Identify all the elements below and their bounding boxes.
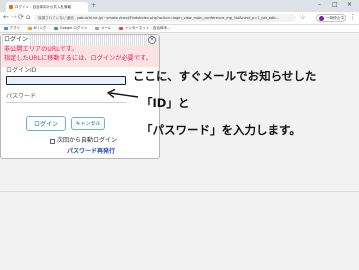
password-reissue-link[interactable]: パスワード再発行: [67, 148, 115, 156]
avatar: [319, 15, 324, 21]
login-id-input[interactable]: [6, 76, 126, 85]
bookmark-item[interactable]: アプリ: [4, 26, 20, 31]
apps-icon: [4, 26, 8, 31]
browser-menu-icon[interactable]: ⋮: [349, 13, 356, 22]
home-button[interactable]: ⌂: [26, 13, 30, 22]
address-bar[interactable]: 保護されていない通信 yabuichi.ne.jp/~ymatsu/cmd/Fi…: [34, 14, 296, 22]
error-message-line1: 非公開エリアのURLです。: [4, 46, 78, 53]
minimize-button[interactable]: –: [318, 1, 321, 9]
bookmarks-bar: アプリ Bリンク Google ログイン メール インターネット - 自治体申.…: [0, 25, 359, 33]
browser-tab[interactable]: ログイン - 自治体向け公共入札情報: [6, 2, 88, 12]
auto-login-checkbox[interactable]: [50, 138, 55, 144]
bookmark-item[interactable]: Bリンク: [28, 26, 46, 31]
password-label: パスワード: [6, 93, 37, 100]
auto-login-option[interactable]: 次回から自動ログイン: [50, 137, 117, 145]
auto-login-label: 次回から自動ログイン: [57, 137, 118, 144]
bookmark-icon: [95, 26, 99, 31]
favicon-icon: [9, 5, 13, 9]
arrow-left-icon: [107, 89, 139, 99]
cancel-button[interactable]: キャンセル: [71, 117, 105, 130]
tab-title: ログイン - 自治体向け公共入札情報: [15, 4, 71, 9]
close-window-button[interactable]: ×: [347, 1, 352, 9]
maximize-button[interactable]: □: [332, 1, 338, 9]
bookmark-item[interactable]: Google ログイン: [54, 26, 87, 31]
error-message-line2: 指定したURLに移動するには、ログインが必要です。: [4, 55, 152, 62]
bookmark-item[interactable]: メール: [95, 26, 111, 31]
reload-button[interactable]: ⟳: [18, 13, 24, 22]
dialog-close-icon[interactable]: ×: [148, 36, 156, 44]
login-id-label: ログインID: [6, 67, 37, 74]
bookmark-icon: [119, 26, 123, 31]
pause-label: 一時停止中: [326, 15, 344, 20]
annotation-line1: ここに、すぐメールでお知らせした: [133, 69, 317, 83]
annotation-line3: 「パスワード」を入力します。: [141, 123, 301, 137]
bookmark-icon: [54, 26, 58, 31]
new-tab-button[interactable]: +: [91, 2, 96, 10]
divider: [0, 191, 359, 192]
back-button[interactable]: ←: [3, 13, 9, 22]
url-text: yabuichi.ne.jp/~ymatsu/cmd/FindsIndex.ph…: [76, 16, 279, 20]
bookmark-icon: [28, 26, 32, 31]
forward-button[interactable]: →: [11, 13, 17, 22]
bookmark-item[interactable]: インターネット - 自治体申...: [119, 26, 170, 31]
dialog-title: ログイン: [4, 35, 30, 45]
security-label[interactable]: 保護されていない通信: [38, 16, 74, 21]
annotation-line2: 「ID」と: [141, 96, 190, 110]
login-button[interactable]: ログイン: [26, 116, 66, 131]
profile-pause-button[interactable]: 一時停止中: [316, 14, 346, 22]
bookmark-star-icon[interactable]: ☆: [300, 13, 305, 22]
